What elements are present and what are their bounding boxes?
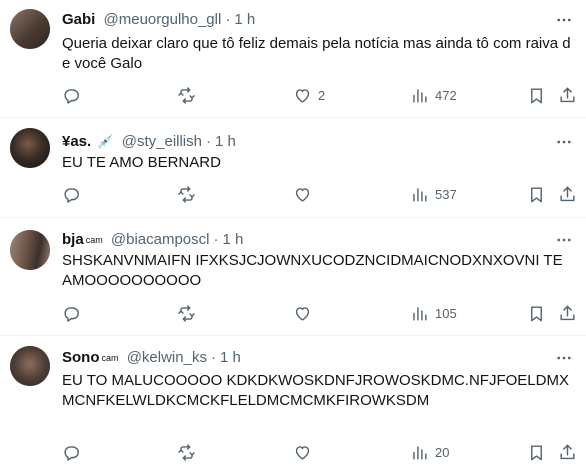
tweet-text: Queria deixar claro que tô feliz demais …: [62, 35, 571, 72]
tweet-header: Gabi @meuorgulho_gll · 1 h: [62, 10, 574, 30]
views-button[interactable]: 472: [410, 85, 457, 105]
bookmark-button[interactable]: [527, 303, 546, 323]
tweet-header: ¥as. 💉 @sty_eillish · 1 h: [62, 132, 574, 152]
tweet-2[interactable]: ¥as. 💉 @sty_eillish · 1 h EU TE AMO BERNAR…: [0, 118, 586, 218]
reply-button[interactable]: [62, 85, 81, 105]
views-icon: [413, 306, 427, 321]
retweet-button[interactable]: [177, 442, 196, 462]
bookmark-icon: [531, 305, 542, 321]
avatar[interactable]: [10, 128, 50, 168]
user-handle[interactable]: @meuorgulho_gll: [104, 11, 222, 28]
views-icon: [413, 88, 427, 103]
avatar[interactable]: [10, 230, 50, 270]
view-count: 537: [435, 186, 457, 202]
tweet-1[interactable]: Gabi @meuorgulho_gll · 1 h Queria deixar c…: [0, 0, 586, 118]
user-handle[interactable]: @biacamposcl: [111, 231, 210, 248]
tweet-actions: 537: [62, 184, 575, 204]
like-button[interactable]: [293, 442, 312, 462]
retweet-button[interactable]: [177, 184, 196, 204]
retweet-icon: [178, 304, 195, 322]
timestamp[interactable]: 1 h: [222, 231, 243, 248]
user-handle[interactable]: @kelwin_ks: [127, 349, 207, 366]
share-button[interactable]: [558, 85, 577, 105]
more-options-icon[interactable]: [554, 348, 574, 368]
view-count: 105: [435, 305, 457, 321]
tweet-text: SHSKANVNMAIFN IFXKSJCJOWNXUCODZNCIDMAICN…: [62, 252, 563, 289]
share-icon: [560, 186, 575, 201]
share-icon: [560, 444, 575, 459]
timestamp[interactable]: 1 h: [215, 133, 236, 150]
tweet-3[interactable]: bja cam @biacamposcl · 1 h SHSKANVNMAIFN IF…: [0, 218, 586, 336]
separator-dot: ·: [213, 231, 219, 248]
reply-button[interactable]: [62, 184, 81, 204]
display-name[interactable]: ¥as.: [62, 133, 91, 150]
views-icon: [413, 187, 427, 202]
heart-icon: [295, 445, 310, 460]
share-button[interactable]: [558, 184, 577, 204]
bookmark-icon: [531, 87, 542, 103]
timestamp[interactable]: 1 h: [234, 11, 255, 28]
more-options-icon[interactable]: [554, 230, 574, 250]
separator-dot: ·: [206, 133, 211, 150]
views-button[interactable]: 537: [410, 184, 457, 204]
views-button[interactable]: 20: [410, 442, 449, 462]
tweet-header: Sono cam @kelwin_ks · 1 h: [62, 348, 574, 368]
display-name[interactable]: Sono: [62, 349, 100, 366]
tweet-text: EU TE AMO BERNARD: [62, 154, 221, 171]
bookmark-button[interactable]: [527, 442, 546, 462]
retweet-icon: [178, 185, 195, 203]
reply-button[interactable]: [62, 442, 81, 462]
avatar[interactable]: [10, 346, 50, 386]
camera-badge: cam: [101, 353, 119, 363]
user-handle[interactable]: @sty_eillish: [122, 133, 202, 150]
retweet-icon: [178, 443, 195, 461]
bookmark-button[interactable]: [527, 184, 546, 204]
views-button[interactable]: 105: [410, 303, 457, 323]
more-options-icon[interactable]: [554, 132, 574, 152]
view-count: 472: [435, 87, 457, 103]
reply-button[interactable]: [62, 303, 81, 323]
share-button[interactable]: [558, 442, 577, 462]
more-options-icon[interactable]: [554, 10, 574, 30]
heart-icon: [295, 88, 310, 103]
like-count: 2: [318, 87, 326, 103]
display-name[interactable]: bja: [62, 231, 84, 248]
like-button[interactable]: [293, 303, 312, 323]
retweet-button[interactable]: [177, 303, 196, 323]
retweet-icon: [178, 86, 195, 104]
tweet-text: EU TO MALUCOOOOO KDKDKWOSKDNFJROWOSKDMC.…: [62, 372, 569, 409]
syringe-emoji: 💉: [97, 134, 114, 149]
camera-badge: cam: [85, 235, 103, 245]
tweet-header: bja cam @biacamposcl · 1 h: [62, 230, 574, 250]
views-icon: [413, 445, 427, 460]
tweet-4[interactable]: Sono cam @kelwin_ks · 1 h EU TO MALUCOOOOO …: [0, 336, 586, 473]
bookmark-icon: [531, 186, 542, 202]
heart-icon: [295, 187, 310, 202]
reply-icon: [64, 445, 79, 461]
reply-icon: [64, 88, 79, 104]
share-icon: [560, 87, 575, 102]
share-icon: [560, 305, 575, 320]
bookmark-button[interactable]: [527, 85, 546, 105]
share-button[interactable]: [558, 303, 577, 323]
retweet-button[interactable]: [177, 85, 196, 105]
tweet-actions: 20: [62, 442, 575, 462]
like-button[interactable]: [293, 184, 312, 204]
like-button[interactable]: 2: [293, 85, 325, 105]
tweet-actions: 2 472: [62, 85, 575, 105]
reply-icon: [64, 187, 79, 203]
view-count: 20: [435, 444, 450, 460]
timestamp[interactable]: 1 h: [220, 349, 241, 366]
display-name[interactable]: Gabi: [62, 11, 95, 28]
separator-dot: ·: [210, 349, 216, 366]
avatar[interactable]: [10, 9, 50, 49]
bookmark-icon: [531, 444, 542, 460]
reply-icon: [64, 306, 79, 322]
separator-dot: ·: [225, 11, 231, 28]
heart-icon: [295, 306, 310, 321]
tweet-actions: 105: [62, 303, 575, 323]
